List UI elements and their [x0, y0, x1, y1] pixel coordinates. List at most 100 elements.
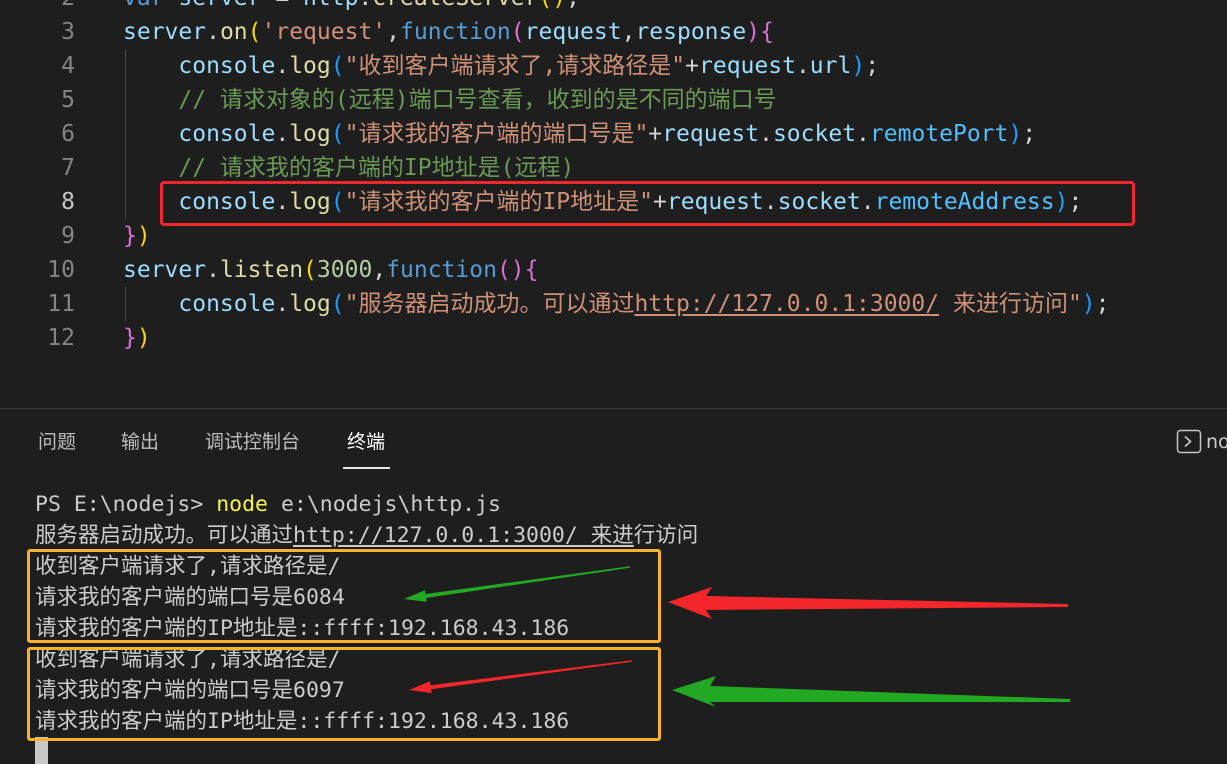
highlight-box-orange-first-request — [27, 549, 661, 643]
code-line[interactable]: 3 server.on('request',function(request,re… — [0, 15, 1227, 49]
code-token: remotePort — [869, 121, 1009, 147]
code-token: function — [386, 257, 497, 283]
code-token: 'request' — [261, 19, 387, 45]
terminal-name: no — [1206, 431, 1227, 453]
code-token: . — [759, 121, 773, 147]
code-editor[interactable]: 2var server = http.createServer();3serve… — [0, 0, 1227, 408]
line-number: 9 — [61, 223, 75, 249]
code-text: console.log("请求我的客户端的端口号是"+request.socke… — [123, 117, 1227, 151]
code-token: log — [289, 53, 331, 79]
code-text: var server = http.createServer(); — [123, 0, 1227, 15]
line-number: 12 — [47, 325, 75, 351]
tab-problems[interactable]: 问题 — [38, 430, 76, 454]
code-token: "服务器启动成功。可以通过 — [344, 291, 635, 317]
code-token: , — [372, 257, 387, 283]
code-token: . — [358, 0, 372, 11]
code-line[interactable]: 5 // 请求对象的(远程)端口号查看，收到的是不同的端口号 — [0, 83, 1227, 117]
code-token: ( — [303, 257, 317, 283]
code-token: ) — [136, 223, 151, 249]
code-token: "请求我的客户端的端口号是" — [344, 121, 649, 147]
terminal-text: e:\nodejs\http.js — [268, 492, 501, 517]
terminal-selector[interactable]: no — [1176, 429, 1227, 455]
code-token: url — [809, 53, 852, 79]
code-text: console.log("服务器启动成功。可以通过http://127.0.0.… — [123, 287, 1227, 321]
code-token: (){ — [496, 257, 539, 283]
code-token: ( — [247, 19, 262, 45]
code-token: response — [635, 19, 747, 45]
terminal-icon — [1176, 429, 1202, 455]
code-token: createServer — [372, 0, 538, 11]
code-token: function — [400, 19, 511, 45]
terminal-cursor — [35, 737, 48, 764]
code-token: . — [275, 53, 290, 79]
code-token: } — [123, 223, 137, 249]
code-token: () — [538, 0, 566, 11]
line-number: 7 — [61, 155, 75, 181]
code-token: console — [123, 121, 276, 147]
code-token: on — [219, 19, 248, 45]
code-text: // 请求我的客户端的IP地址是(远程) — [123, 151, 1227, 185]
code-token: ( — [330, 121, 345, 147]
code-token: ){ — [746, 19, 774, 45]
code-token: ; — [1095, 291, 1110, 317]
line-number: 5 — [61, 87, 75, 113]
code-token: "收到客户端请求了,请求路径是" — [344, 53, 686, 79]
line-number: 3 — [61, 19, 75, 45]
code-token: socket — [772, 121, 857, 147]
code-line[interactable]: 6 console.log("请求我的客户端的端口号是"+request.soc… — [0, 117, 1227, 151]
code-token: . — [856, 121, 870, 147]
terminal-text: 行访问 — [633, 523, 699, 548]
code-token: request — [699, 53, 796, 79]
code-token: , — [386, 19, 400, 45]
terminal-line: 服务器启动成功。可以通过http://127.0.0.1:3000/ 来进行访问 — [0, 520, 1227, 551]
code-token: + — [685, 53, 699, 79]
line-number: 2 — [0, 0, 75, 15]
code-line[interactable]: 2 var server = http.createServer(); — [0, 0, 1227, 15]
terminal-line: PS E:\nodejs> node e:\nodejs\http.js — [0, 489, 1227, 520]
terminal-text: 服务器启动成功。可以通过 — [35, 523, 294, 548]
code-text: server.on('request',function(request,res… — [123, 15, 1227, 49]
code-token: // 请求我的客户端的IP地址是(远程) — [123, 155, 575, 181]
tab-output[interactable]: 输出 — [121, 430, 159, 454]
code-token: ) — [851, 53, 866, 79]
terminal-link[interactable]: http://127.0.0.1:3000/ 来进 — [293, 523, 634, 548]
tab-terminal[interactable]: 终端 — [347, 430, 385, 454]
code-token: http — [303, 0, 358, 11]
code-token: log — [289, 121, 331, 147]
line-number: 6 — [61, 121, 75, 147]
code-line[interactable]: 10 server.listen(3000,function(){ — [0, 253, 1227, 287]
code-token: request — [662, 121, 760, 147]
code-line[interactable]: 11 console.log("服务器启动成功。可以通过http://127.0… — [0, 287, 1227, 321]
active-tab-indicator — [343, 467, 390, 469]
code-token: 来进行访问" — [939, 291, 1082, 317]
panel-divider — [0, 408, 1227, 409]
code-token: ; — [865, 53, 880, 79]
code-text: }) — [123, 321, 1227, 355]
code-token: listen — [219, 257, 304, 283]
line-number: 11 — [47, 291, 75, 317]
code-token: = — [261, 0, 303, 11]
code-text: server.listen(3000,function(){ — [123, 253, 1227, 287]
code-token: request — [524, 19, 622, 45]
code-line[interactable]: 12}) — [0, 321, 1227, 355]
code-token: server — [123, 19, 207, 45]
code-token: console — [123, 53, 276, 79]
code-url-link[interactable]: http://127.0.0.1:3000/ — [634, 291, 939, 317]
code-text: // 请求对象的(远程)端口号查看，收到的是不同的端口号 — [123, 83, 1227, 117]
code-token: ( — [510, 19, 525, 45]
code-token: ; — [566, 0, 580, 11]
code-line[interactable]: 7 // 请求我的客户端的IP地址是(远程) — [0, 151, 1227, 185]
highlight-box-red — [160, 181, 1135, 226]
line-number: 4 — [61, 53, 75, 79]
code-token: ; — [1022, 121, 1037, 147]
code-token: ) — [136, 325, 151, 351]
line-number: 10 — [47, 257, 75, 283]
code-token: ( — [330, 53, 345, 79]
code-token: console — [123, 291, 276, 317]
code-token: . — [206, 19, 220, 45]
code-line[interactable]: 4 console.log("收到客户端请求了,请求路径是"+request.u… — [0, 49, 1227, 83]
tab-debug-console[interactable]: 调试控制台 — [205, 430, 300, 454]
code-token: server — [178, 0, 261, 11]
code-token: var — [123, 0, 178, 11]
code-lines: 2var server = http.createServer();3serve… — [0, 0, 1227, 355]
